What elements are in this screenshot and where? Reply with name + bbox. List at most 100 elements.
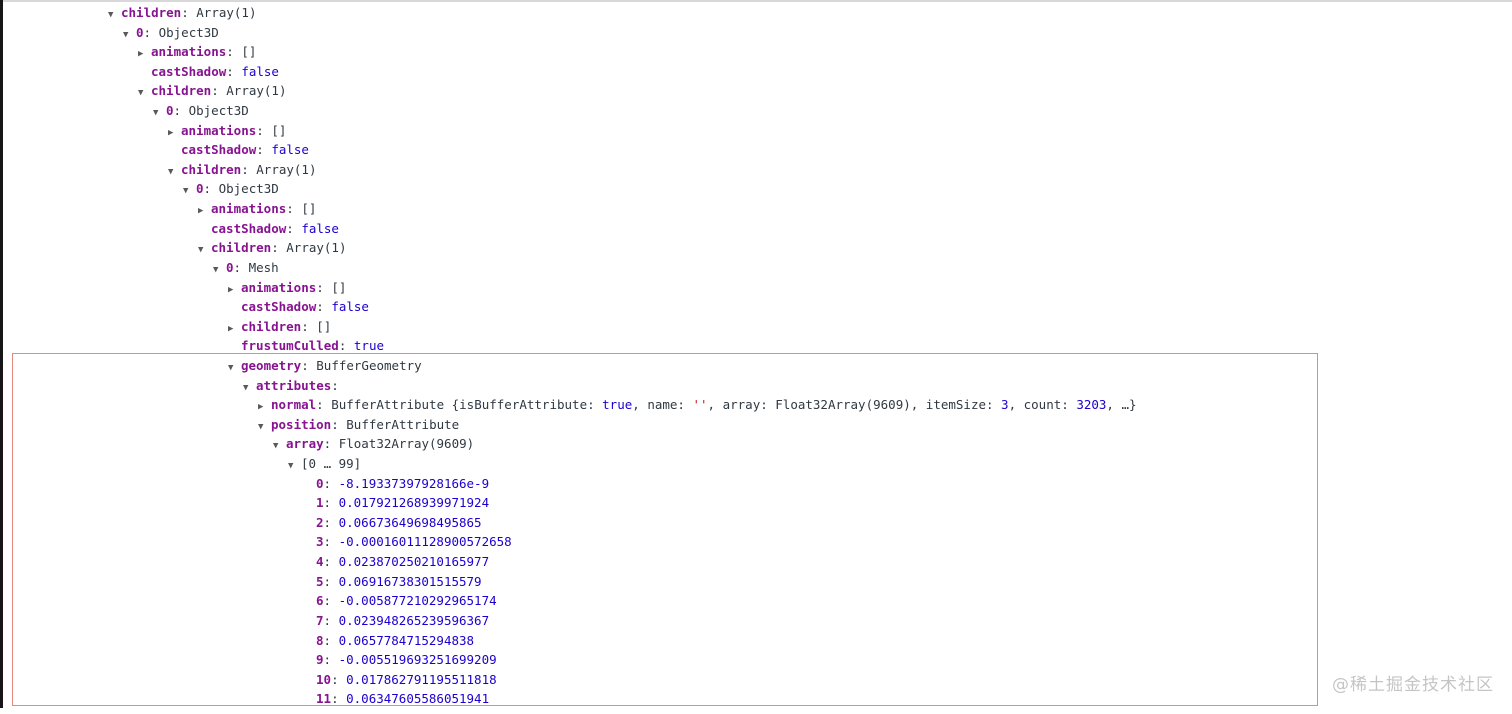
token-key: 5 (316, 573, 324, 589)
token-value: 0.06347605586051941 (346, 691, 490, 707)
token-plain: : (331, 377, 339, 393)
tree-row[interactable]: 9: -0.005519693251699209 (0, 650, 1512, 670)
tree-row[interactable]: ▼ array: Float32Array(9609) (0, 434, 1512, 454)
token-plain: Float32Array(9609) (338, 436, 475, 452)
tree-row[interactable]: ▶ children: [] (0, 317, 1512, 337)
tree-row[interactable]: ▼ 0: Object3D (0, 101, 1512, 121)
token-value: 0.06916738301515579 (338, 573, 482, 589)
token-plain: : (323, 436, 339, 452)
tree-row[interactable]: 0: -8.19337397928166e-9 (0, 474, 1512, 494)
collapse-arrow-icon[interactable]: ▼ (243, 379, 256, 399)
token-key: 4 (316, 554, 324, 570)
token-plain: : (331, 691, 347, 707)
tree-row[interactable]: ▼ geometry: BufferGeometry (0, 356, 1512, 376)
collapse-arrow-icon[interactable]: ▼ (198, 241, 211, 261)
token-key: castShadow (151, 63, 227, 79)
tree-row[interactable]: ▼ children: Array(1) (0, 160, 1512, 180)
token-plain: : (233, 259, 249, 275)
collapse-arrow-icon[interactable]: ▼ (138, 84, 151, 104)
tree-row[interactable]: ▶ animations: [] (0, 199, 1512, 219)
token-value: false (241, 63, 279, 79)
collapse-arrow-icon[interactable]: ▼ (258, 418, 271, 438)
token-plain: : (323, 514, 339, 530)
token-plain: : (323, 573, 339, 589)
token-plain: [] (241, 44, 257, 60)
token-plain: BufferAttribute {isBufferAttribute: (331, 397, 603, 413)
tree-row[interactable]: castShadow: false (0, 140, 1512, 160)
tree-row[interactable]: 10: 0.017862791195511818 (0, 670, 1512, 690)
collapse-arrow-icon[interactable]: ▼ (213, 261, 226, 281)
tree-row[interactable]: ▼ 0: Object3D (0, 23, 1512, 43)
token-plain: , count: (1008, 397, 1077, 413)
panel-top-border (0, 0, 1512, 2)
tree-row[interactable]: ▶ animations: [] (0, 278, 1512, 298)
token-plain: : (323, 632, 339, 648)
collapse-arrow-icon[interactable]: ▼ (123, 26, 136, 46)
tree-row[interactable]: ▼ children: Array(1) (0, 238, 1512, 258)
collapse-arrow-icon[interactable]: ▼ (273, 437, 286, 457)
tree-row[interactable]: 8: 0.0657784715294838 (0, 631, 1512, 651)
tree-row[interactable]: ▼ [0 … 99] (0, 454, 1512, 474)
token-plain: : (173, 103, 189, 119)
token-plain: : (181, 5, 197, 20)
tree-row[interactable]: castShadow: false (0, 219, 1512, 239)
token-plain: Array(1) (196, 5, 257, 20)
token-plain: [0 … 99] (301, 456, 362, 472)
collapse-arrow-icon[interactable]: ▼ (168, 163, 181, 183)
token-value: 0.023948265239596367 (338, 612, 490, 628)
collapse-arrow-icon[interactable]: ▼ (183, 182, 196, 202)
token-key: 0 (166, 103, 174, 119)
collapse-arrow-icon[interactable]: ▼ (108, 6, 121, 26)
token-value: -8.19337397928166e-9 (338, 475, 490, 491)
token-key: 1 (316, 495, 324, 511)
token-value: -0.005519693251699209 (338, 652, 497, 668)
tree-row[interactable]: castShadow: false (0, 297, 1512, 317)
token-value: 0.017862791195511818 (346, 671, 497, 687)
tree-row[interactable]: ▼ position: BufferAttribute (0, 415, 1512, 435)
tree-row[interactable]: 7: 0.023948265239596367 (0, 611, 1512, 631)
tree-row[interactable]: ▼ attributes: (0, 376, 1512, 396)
token-value: 0.017921268939971924 (338, 495, 490, 511)
token-plain: : (143, 24, 159, 40)
token-key: castShadow (241, 299, 317, 315)
tree-row[interactable]: 5: 0.06916738301515579 (0, 572, 1512, 592)
token-key: animations (241, 279, 317, 295)
token-key: 0 (196, 181, 204, 197)
token-value: -0.005877210292965174 (338, 593, 497, 609)
token-key: castShadow (211, 220, 287, 236)
token-plain: : (316, 397, 332, 413)
tree-row[interactable]: ▶ animations: [] (0, 42, 1512, 62)
token-key: 10 (316, 671, 332, 687)
collapse-arrow-icon[interactable]: ▼ (153, 104, 166, 124)
token-plain: : (241, 161, 257, 177)
tree-row[interactable]: 3: -0.00016011128900572658 (0, 532, 1512, 552)
token-key: position (271, 416, 332, 432)
token-plain: [] (271, 122, 287, 138)
token-plain: : (203, 181, 219, 197)
tree-row[interactable]: castShadow: false (0, 62, 1512, 82)
token-value: 3 (1001, 397, 1009, 413)
token-plain: Object3D (158, 24, 219, 40)
tree-row[interactable]: ▼ 0: Mesh (0, 258, 1512, 278)
tree-row[interactable]: 6: -0.005877210292965174 (0, 591, 1512, 611)
token-key: 0 (316, 475, 324, 491)
tree-row[interactable]: frustumCulled: true (0, 336, 1512, 356)
tree-row[interactable]: ▶ animations: [] (0, 121, 1512, 141)
tree-row[interactable]: 2: 0.06673649698495865 (0, 513, 1512, 533)
tree-row[interactable]: 11: 0.06347605586051941 (0, 689, 1512, 709)
tree-row[interactable]: ▼ 0: Object3D (0, 179, 1512, 199)
token-plain: : (323, 475, 339, 491)
token-plain: : (301, 357, 317, 373)
tree-row[interactable]: 4: 0.023870250210165977 (0, 552, 1512, 572)
collapse-arrow-icon[interactable]: ▼ (288, 457, 301, 477)
tree-row[interactable]: ▶ normal: BufferAttribute {isBufferAttrib… (0, 395, 1512, 415)
token-plain: : (256, 122, 272, 138)
tree-row[interactable]: ▼ children: Array(1) (0, 81, 1512, 101)
tree-row[interactable]: 1: 0.017921268939971924 (0, 493, 1512, 513)
token-plain: [] (316, 318, 332, 334)
collapse-arrow-icon[interactable]: ▼ (228, 359, 241, 379)
token-plain: : (323, 495, 339, 511)
token-key: 11 (316, 691, 332, 707)
token-key: children (121, 5, 182, 20)
tree-row[interactable]: ▼ children: Array(1) (0, 3, 1512, 23)
